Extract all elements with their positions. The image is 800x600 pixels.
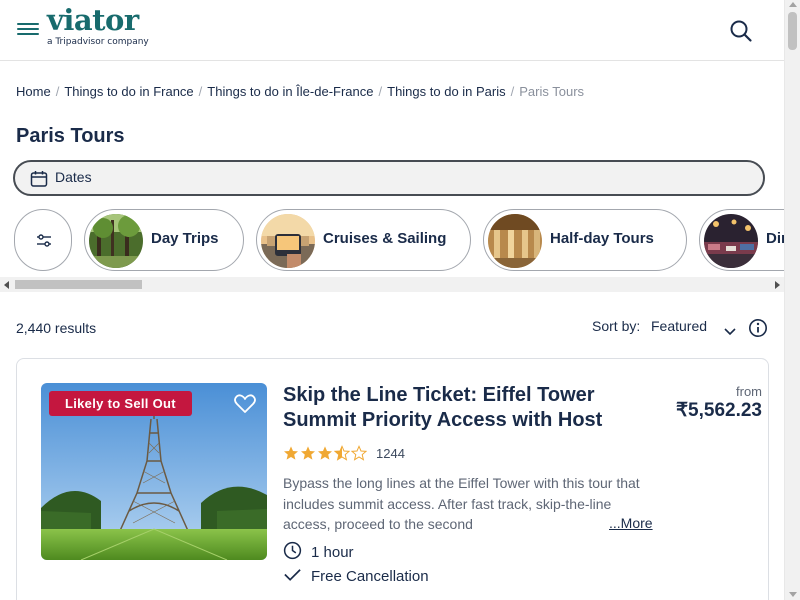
breadcrumb: Home / Things to do in France / Things to do… — [16, 84, 584, 99]
breadcrumb-ile-de-france[interactable]: Things to do in Île-de-France — [207, 84, 373, 99]
sort-label: Sort by: — [592, 318, 646, 334]
sort-dropdown[interactable]: Featured — [651, 318, 707, 334]
breadcrumb-france[interactable]: Things to do in France — [64, 84, 193, 99]
breadcrumb-separator: / — [55, 84, 60, 99]
results-count: 2,440 results — [16, 320, 97, 336]
review-count[interactable]: 1244 — [376, 446, 405, 461]
category-label: Cruises & Sailing — [323, 230, 447, 247]
scroll-up-arrow-icon[interactable] — [789, 2, 797, 7]
cancellation-row: Free Cancellation — [283, 565, 429, 588]
star-rating — [283, 445, 367, 461]
dinner-thumbnail-icon — [704, 214, 758, 268]
price-from-label: from — [736, 384, 762, 399]
cancellation-text: Free Cancellation — [311, 568, 429, 585]
dates-picker-button[interactable]: Dates — [13, 160, 765, 196]
category-pill-cruises[interactable]: Cruises & Sailing — [256, 209, 471, 271]
product-rating: 1244 — [283, 445, 405, 461]
palace-thumbnail-icon — [488, 214, 542, 268]
sort-by-label: Sort by: — [592, 318, 641, 334]
site-header: viator a Tripadvisor company — [0, 0, 784, 61]
heart-icon[interactable] — [234, 394, 256, 418]
forest-thumbnail-icon — [89, 214, 143, 268]
scroll-left-arrow-icon[interactable] — [4, 281, 9, 289]
breadcrumb-separator: / — [198, 84, 203, 99]
likely-to-sell-out-badge: Likely to Sell Out — [49, 391, 192, 416]
hamburger-menu-icon[interactable] — [17, 20, 39, 40]
category-pill-half-day[interactable]: Half-day Tours — [483, 209, 687, 271]
more-link[interactable]: ...More — [595, 515, 653, 531]
boat-thumbnail-icon — [261, 214, 315, 268]
star-half-icon — [334, 445, 350, 461]
breadcrumb-current: Paris Tours — [519, 84, 585, 99]
calendar-icon — [30, 170, 48, 192]
breadcrumb-paris[interactable]: Things to do in Paris — [387, 84, 506, 99]
filters-button[interactable] — [14, 209, 72, 271]
logo-wordmark: viator — [47, 3, 139, 37]
category-pill-day-trips[interactable]: Day Trips — [84, 209, 244, 271]
filter-sliders-icon — [35, 233, 53, 253]
scrollbar-thumb[interactable] — [788, 12, 797, 50]
product-card[interactable]: Likely to Sell Out Skip the Line Ticket:… — [16, 358, 769, 600]
page-title: Paris Tours — [16, 125, 125, 147]
star-full-icon — [318, 446, 332, 460]
product-title[interactable]: Skip the Line Ticket: Eiffel Tower Summi… — [283, 383, 653, 433]
horizontal-scrollbar-thumb[interactable] — [15, 280, 142, 289]
search-icon[interactable] — [729, 19, 753, 43]
duration-text: 1 hour — [311, 544, 354, 561]
duration-row: 1 hour — [283, 541, 354, 564]
product-description: Bypass the long lines at the Eiffel Towe… — [283, 475, 640, 532]
category-label: Day Trips — [151, 230, 219, 247]
star-empty-icon — [351, 445, 367, 461]
category-label: Half-day Tours — [550, 230, 654, 247]
eiffel-tower-photo[interactable]: Likely to Sell Out — [41, 383, 267, 560]
scroll-down-arrow-icon[interactable] — [789, 592, 797, 597]
dates-label: Dates — [55, 169, 92, 185]
clock-icon — [283, 541, 302, 564]
category-carousel-scrollbar[interactable] — [0, 277, 784, 292]
category-carousel: Day Trips Cruises & Sailing Half-day Tou… — [0, 205, 784, 277]
logo-tagline: a Tripadvisor company — [47, 37, 149, 47]
star-full-icon — [301, 446, 315, 460]
checkmark-icon — [283, 565, 302, 588]
category-label: Din — [766, 230, 784, 247]
page-scrollbar[interactable] — [784, 0, 800, 600]
star-full-icon — [284, 446, 298, 460]
viator-logo[interactable]: viator a Tripadvisor company — [47, 4, 149, 47]
info-icon[interactable] — [748, 318, 768, 342]
category-pill-dinner[interactable]: Din — [699, 209, 784, 271]
breadcrumb-home[interactable]: Home — [16, 84, 51, 99]
chevron-down-icon[interactable] — [723, 322, 737, 341]
breadcrumb-separator: / — [378, 84, 383, 99]
scroll-right-arrow-icon[interactable] — [775, 281, 780, 289]
product-price: ₹5,562.23 — [675, 400, 762, 421]
breadcrumb-separator: / — [510, 84, 515, 99]
